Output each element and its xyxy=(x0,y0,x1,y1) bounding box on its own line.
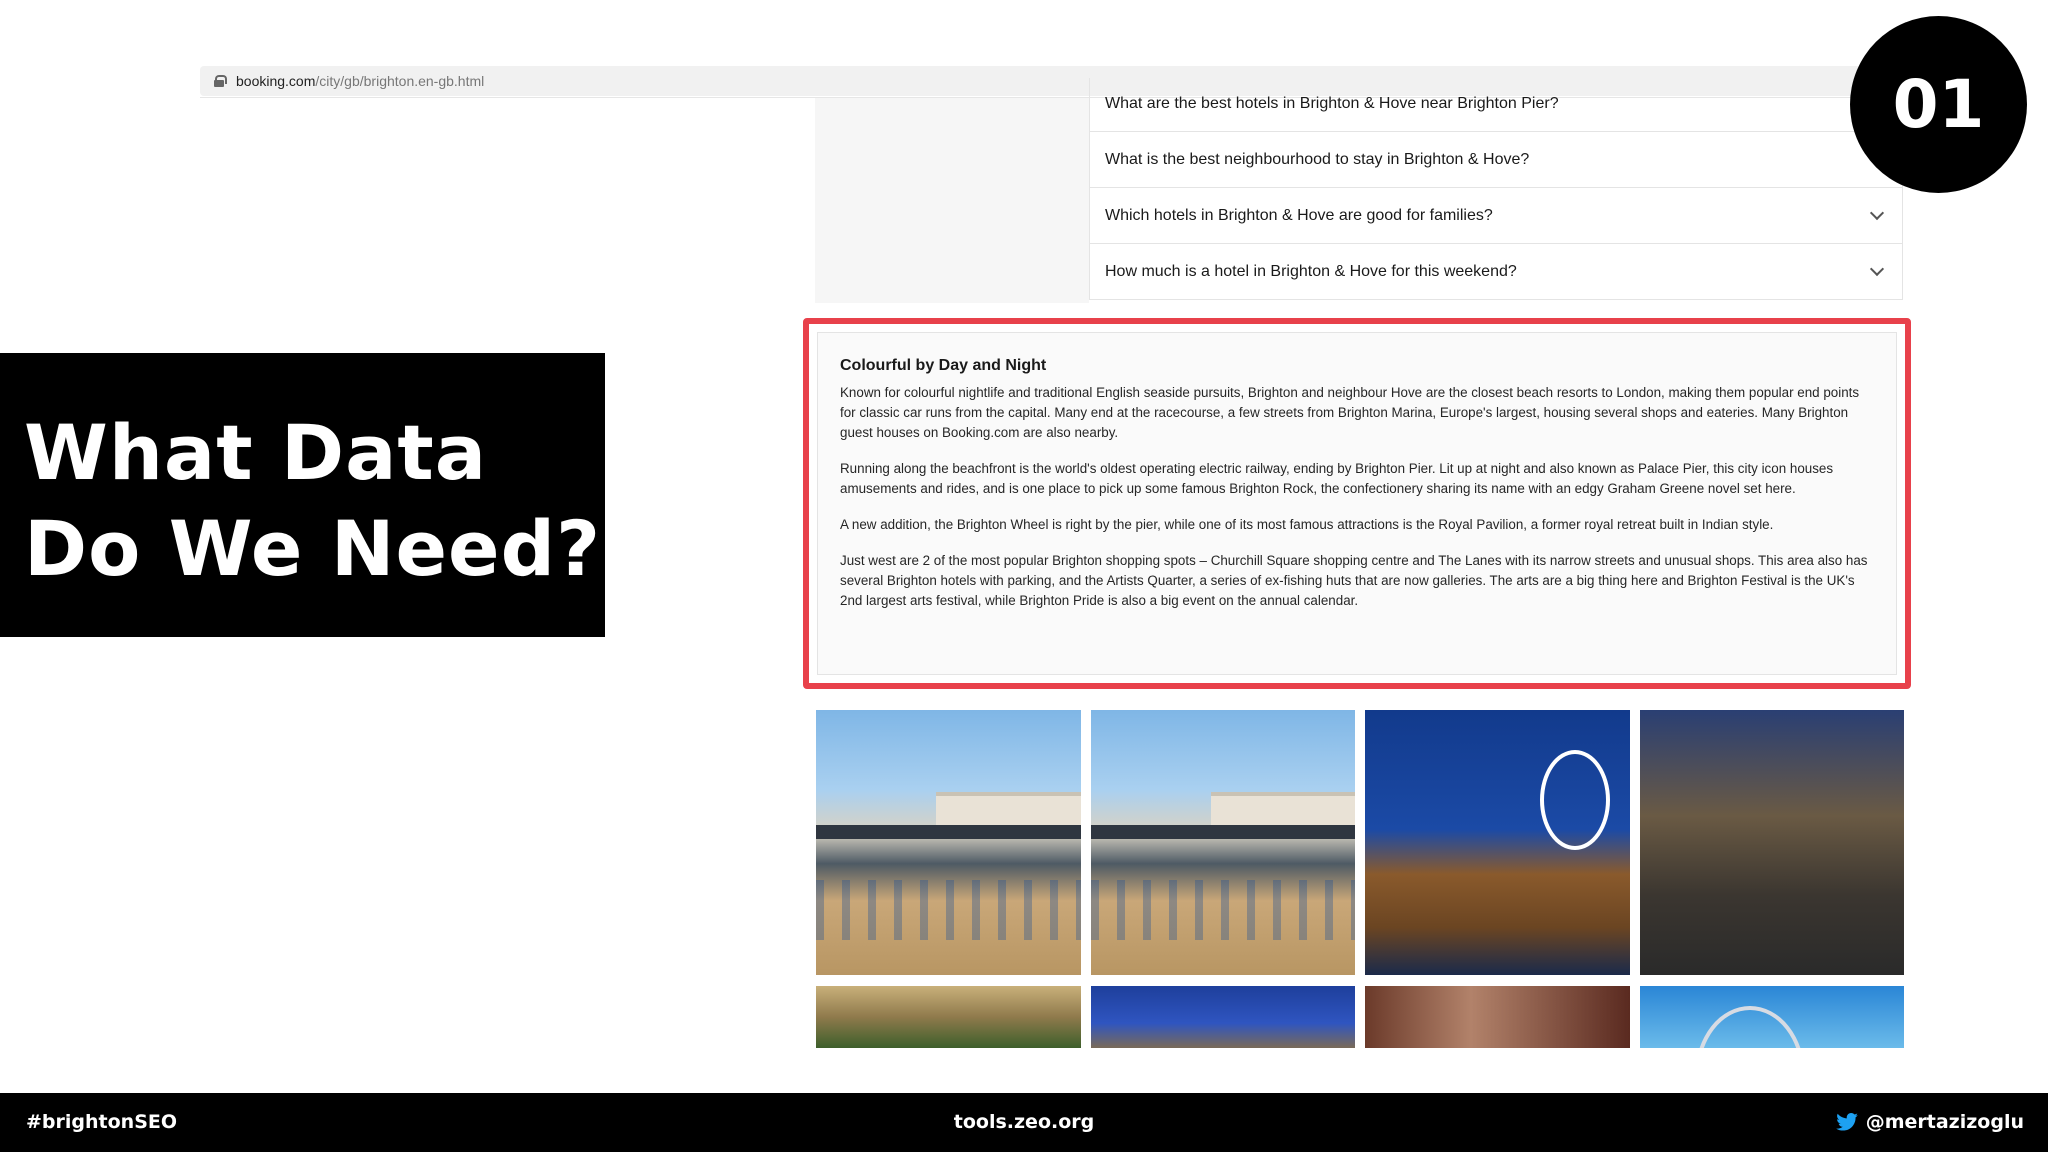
photo-brighton-pier[interactable] xyxy=(816,710,1081,975)
description-paragraph: Just west are 2 of the most popular Brig… xyxy=(840,553,1868,608)
highlight-frame: Colourful by Day and Night Known for col… xyxy=(803,318,1911,689)
photo-detail xyxy=(936,792,1081,826)
faq-question: Which hotels in Brighton & Hove are good… xyxy=(1105,206,1493,224)
photo-detail xyxy=(1695,1006,1805,1048)
photo-detail xyxy=(1211,792,1355,826)
faq-item[interactable]: Which hotels in Brighton & Hove are good… xyxy=(1090,188,1902,244)
slide-title-block: What Data Do We Need? xyxy=(0,353,605,637)
faq-item[interactable]: What are the best hotels in Brighton & H… xyxy=(1090,78,1902,132)
photo-detail xyxy=(816,880,1081,940)
description-heading: Colourful by Day and Night xyxy=(840,357,1047,374)
chevron-down-icon[interactable] xyxy=(1869,205,1885,220)
slide-number-badge: 01 xyxy=(1850,16,2027,193)
footer-site: tools.zeo.org xyxy=(953,1111,1095,1133)
slide-title-line: What Data xyxy=(24,408,487,497)
faq-accordion: What are the best hotels in Brighton & H… xyxy=(1089,78,1903,300)
photo-brighton-pier[interactable] xyxy=(1091,710,1355,975)
photo-seafront-night[interactable] xyxy=(1091,986,1355,1048)
faq-question: How much is a hotel in Brighton & Hove f… xyxy=(1105,262,1517,280)
faq-item[interactable]: What is the best neighbourhood to stay i… xyxy=(1090,132,1902,188)
url-host: booking.com xyxy=(236,73,316,89)
url-path: /city/gb/brighton.en-gb.html xyxy=(315,73,485,89)
photo-detail xyxy=(816,825,1081,839)
photo-brighton-wheel-night[interactable] xyxy=(1365,710,1630,975)
chevron-down-icon[interactable] xyxy=(1869,261,1885,276)
faq-question: What are the best hotels in Brighton & H… xyxy=(1105,95,1559,112)
faq-question: What is the best neighbourhood to stay i… xyxy=(1105,150,1530,168)
photo-interior[interactable] xyxy=(1365,986,1630,1048)
description-paragraph: Known for colourful nightlife and tradit… xyxy=(840,385,1860,440)
faq-item[interactable]: How much is a hotel in Brighton & Hove f… xyxy=(1090,244,1902,300)
slide-footer: #brightonSEO tools.zeo.org @mertazizoglu xyxy=(0,1093,2048,1152)
city-description: Colourful by Day and Night Known for col… xyxy=(817,332,1897,675)
slide-title: What Data Do We Need? xyxy=(24,405,605,597)
photo-wheel-day[interactable] xyxy=(1640,986,1904,1048)
photo-food[interactable] xyxy=(816,986,1081,1048)
description-paragraph: Running along the beachfront is the worl… xyxy=(840,461,1834,496)
footer-handle: @mertazizoglu xyxy=(1865,1111,2024,1133)
twitter-bird-icon xyxy=(1835,1113,1858,1131)
description-paragraph: A new addition, the Brighton Wheel is ri… xyxy=(840,517,1774,532)
faq-side-panel xyxy=(815,98,1089,303)
photo-detail xyxy=(1540,750,1610,850)
footer-handle-group: @mertazizoglu xyxy=(1835,1111,2024,1133)
photo-detail xyxy=(1091,825,1355,839)
lock-icon xyxy=(214,75,227,87)
photo-detail xyxy=(1091,880,1355,940)
slide-title-line: Do We Need? xyxy=(24,504,602,593)
photo-brighton-street-night[interactable] xyxy=(1640,710,1904,975)
